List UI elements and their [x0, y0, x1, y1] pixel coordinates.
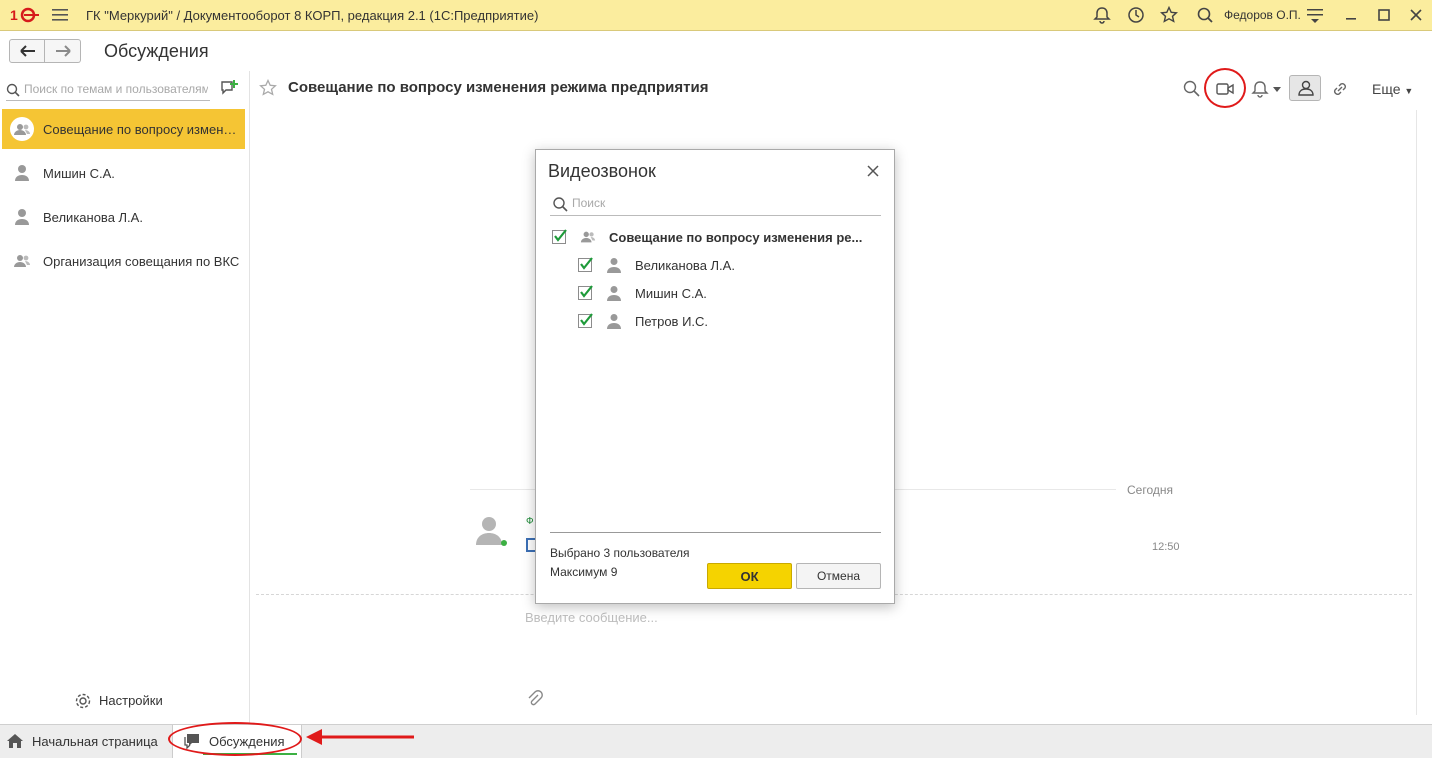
- arrow-left-icon: [20, 45, 35, 57]
- more-label: Еще: [1372, 81, 1401, 97]
- user-icon: [15, 165, 29, 181]
- search-icon[interactable]: [1182, 79, 1202, 99]
- conversation-item[interactable]: Великанова Л.А.: [2, 197, 245, 237]
- video-call-dialog: Видеозвонок Поиск Совещание по вопросу и…: [535, 149, 895, 604]
- annotation-arrow-icon: [306, 729, 414, 745]
- conversation-item-selected[interactable]: Совещание по вопросу изменения режима пр…: [2, 109, 245, 149]
- checkmark-icon: [580, 257, 593, 270]
- user-icon: [607, 314, 621, 329]
- conversation-search-input[interactable]: Поиск по темам и пользователям: [6, 79, 210, 101]
- bell-icon[interactable]: [1250, 79, 1270, 99]
- search-icon[interactable]: [1196, 6, 1214, 24]
- close-icon[interactable]: [1407, 6, 1425, 24]
- chevron-down-icon[interactable]: [1273, 87, 1281, 93]
- favorite-star-icon[interactable]: [259, 79, 277, 97]
- settings-label: Настройки: [99, 693, 163, 708]
- conversation-label: Мишин С.А.: [43, 166, 115, 181]
- cancel-button[interactable]: Отмена: [796, 563, 881, 589]
- online-status-dot: [501, 540, 507, 546]
- participant-checkbox[interactable]: [578, 313, 593, 328]
- group-checkbox[interactable]: [552, 229, 567, 244]
- participants-icon: [1298, 80, 1314, 96]
- conversation-label: Организация совещания по ВКС: [43, 254, 240, 269]
- search-icon: [6, 83, 20, 97]
- participant-row[interactable]: Мишин С.А.: [536, 279, 894, 307]
- gear-icon: [75, 693, 91, 709]
- checkmark-icon: [580, 285, 593, 298]
- conversation-item[interactable]: Организация совещания по ВКС: [2, 241, 245, 281]
- title-bar: 1 ГК "Меркурий" / Документооборот 8 КОРП…: [0, 0, 1432, 31]
- message-author: Ф: [526, 516, 534, 527]
- close-icon[interactable]: [866, 164, 880, 178]
- bell-icon[interactable]: [1093, 6, 1111, 24]
- participant-label: Петров И.С.: [635, 314, 709, 329]
- participant-row[interactable]: Петров И.С.: [536, 307, 894, 335]
- maximize-icon[interactable]: [1375, 6, 1393, 24]
- window-title: ГК "Меркурий" / Документооборот 8 КОРП, …: [86, 8, 539, 23]
- participant-label: Мишин С.А.: [635, 286, 707, 301]
- dialog-title: Видеозвонок: [548, 161, 656, 181]
- participant-label: Великанова Л.А.: [635, 258, 735, 273]
- search-placeholder: Поиск: [572, 196, 606, 210]
- settings-lines-icon[interactable]: [1306, 6, 1324, 24]
- user-icon: [15, 209, 29, 225]
- highlight-circle: [1204, 68, 1246, 108]
- participants-button[interactable]: [1289, 75, 1321, 101]
- date-separator: Сегодня: [1127, 483, 1173, 497]
- max-count: Максимум 9: [550, 565, 618, 579]
- new-discussion-icon[interactable]: [220, 79, 238, 97]
- divider: [550, 532, 881, 533]
- search-icon: [553, 197, 568, 212]
- highlight-circle: [168, 722, 302, 756]
- conversation-item[interactable]: Мишин С.А.: [2, 153, 245, 193]
- user-icon: [607, 286, 621, 301]
- logo-1c-icon[interactable]: 1: [10, 6, 40, 24]
- conversation-label: Великанова Л.А.: [43, 210, 143, 225]
- svg-text:1: 1: [10, 7, 18, 23]
- user-icon: [607, 258, 621, 273]
- participant-search-input[interactable]: Поиск: [550, 192, 881, 216]
- group-icon: [580, 231, 596, 243]
- paperclip-icon[interactable]: [526, 690, 544, 708]
- hamburger-icon[interactable]: [52, 8, 68, 22]
- page-title: Обсуждения: [104, 41, 209, 61]
- star-icon[interactable]: [1160, 6, 1178, 24]
- back-button[interactable]: [9, 39, 45, 63]
- ok-button[interactable]: ОК: [707, 563, 792, 589]
- link-icon[interactable]: [1330, 79, 1350, 99]
- search-placeholder: Поиск по темам и пользователям: [24, 82, 208, 96]
- conversations-sidebar: Поиск по темам и пользователям Совещание…: [2, 71, 250, 724]
- current-user[interactable]: Федоров О.П.: [1224, 8, 1301, 22]
- more-menu-button[interactable]: Еще ▼: [1372, 81, 1413, 97]
- checkmark-icon: [580, 313, 593, 326]
- selected-count: Выбрано 3 пользователя: [550, 546, 690, 560]
- history-icon[interactable]: [1127, 6, 1145, 24]
- participant-row[interactable]: Великанова Л.А.: [536, 251, 894, 279]
- navigation-bar: Обсуждения: [0, 31, 1432, 71]
- group-chat-icon: [14, 255, 30, 267]
- home-tab-label: Начальная страница: [32, 734, 158, 749]
- participant-checkbox[interactable]: [578, 257, 593, 272]
- conversation-label: Совещание по вопросу изменения режима пр…: [43, 122, 243, 137]
- divider: [1416, 110, 1417, 715]
- message-input[interactable]: Введите сообщение...: [525, 610, 658, 625]
- group-chat-icon: [10, 117, 34, 141]
- participant-checkbox[interactable]: [578, 285, 593, 300]
- home-icon: [7, 734, 23, 748]
- arrow-right-icon: [56, 45, 71, 57]
- message-time: 12:50: [1152, 541, 1180, 553]
- minimize-icon[interactable]: [1342, 6, 1360, 24]
- forward-button[interactable]: [45, 39, 81, 63]
- checkmark-icon: [554, 229, 567, 242]
- group-row[interactable]: Совещание по вопросу изменения ре...: [536, 223, 894, 251]
- group-label: Совещание по вопросу изменения ре...: [609, 230, 863, 245]
- chat-title: Совещание по вопросу изменения режима пр…: [288, 79, 709, 96]
